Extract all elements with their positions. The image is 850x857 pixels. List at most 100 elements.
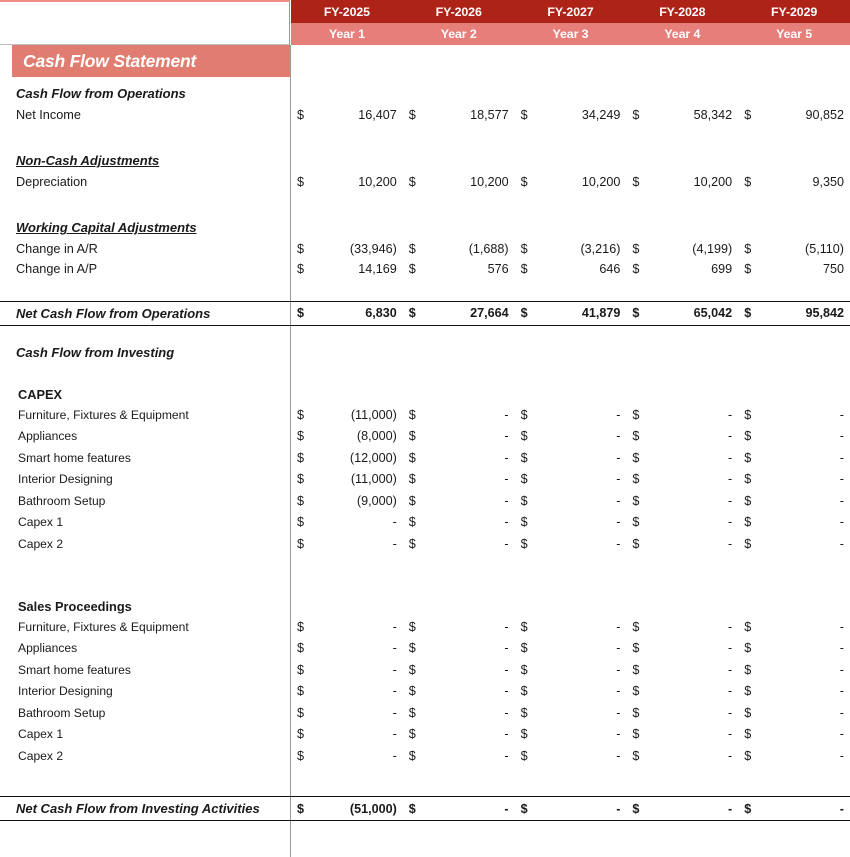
sales-row-label-4: Interior Designing — [18, 684, 113, 699]
value-cell-year-1: $10,200 — [291, 175, 403, 189]
value-text: (5,110) — [805, 241, 844, 256]
table-row: Smart home features $ (12,000) $ - $ - $ - $ - — [0, 447, 850, 469]
value-text: 10,200 — [693, 175, 733, 190]
currency-symbol: $ — [520, 801, 528, 816]
value-text: - — [727, 727, 733, 742]
fiscal-year-header-2: FY-2026 — [435, 4, 482, 19]
fiscal-year-header-3: FY-2027 — [547, 4, 594, 19]
value-cell-year-1: $ - — [291, 620, 403, 634]
value-text: - — [504, 641, 509, 656]
value-cell-year-5: $ - — [738, 749, 850, 763]
currency-symbol: $ — [632, 684, 640, 699]
currency-symbol: $ — [632, 493, 640, 508]
value-cell-year-5: $95,842 — [738, 306, 850, 320]
value-text: 90,852 — [805, 108, 844, 123]
sales-row-values-7: $ - $ - $ - $ - $ - — [291, 749, 850, 763]
value-cell-year-2: $ - — [403, 684, 515, 698]
currency-symbol: $ — [520, 108, 528, 123]
value-text: - — [616, 407, 621, 422]
value-cell-year-2: $ - — [403, 408, 515, 422]
value-cell-year-1: $ (8,000) — [291, 429, 403, 443]
value-cell-year-2: $ (1,688) — [403, 242, 515, 256]
operations-heading: Cash Flow from Operations — [16, 86, 186, 102]
value-cell-year-2: $ - — [403, 472, 515, 486]
currency-symbol: $ — [744, 306, 752, 320]
value-cell-year-1: $16,407 — [291, 108, 403, 122]
value-text: (11,000) — [350, 472, 397, 487]
value-text: - — [839, 515, 844, 530]
sales-row-values-3: $ - $ - $ - $ - $ - — [291, 663, 850, 677]
value-cell-year-4: $ (4,199) — [626, 242, 738, 256]
value-cell-year-3: $ - — [515, 749, 627, 763]
year-header-5: Year 5 — [776, 27, 813, 41]
value-cell-year-1: $14,169 — [291, 262, 403, 276]
value-cell-year-3: $ (3,216) — [515, 242, 627, 256]
sales-row-label-1: Furniture, Fixtures & Equipment — [18, 619, 189, 634]
value-text: - — [504, 662, 509, 677]
currency-symbol: $ — [297, 429, 305, 444]
value-cell-year-1: $ - — [291, 706, 403, 720]
table-row: Capex 2 $ - $ - $ - $ - $ - — [0, 533, 850, 555]
value-text: - — [839, 727, 844, 742]
value-text: - — [616, 662, 621, 677]
table-row: Capex 1 $ - $ - $ - $ - $ - — [0, 512, 850, 534]
value-text: - — [839, 450, 844, 465]
value-text: 65,042 — [693, 306, 733, 320]
currency-symbol: $ — [520, 306, 528, 320]
sales-row-label-7: Capex 2 — [18, 748, 64, 763]
value-text: 95,842 — [805, 306, 844, 320]
value-text: - — [727, 684, 733, 699]
table-row: Interior Designing $ (11,000) $ - $ - $ - $ - — [0, 469, 850, 491]
value-cell-year-4: $ - — [626, 408, 738, 422]
value-text: - — [504, 493, 509, 508]
investing-heading: Cash Flow from Investing — [16, 344, 175, 360]
currency-symbol: $ — [744, 450, 752, 465]
currency-symbol: $ — [744, 662, 752, 677]
value-text: - — [839, 472, 844, 487]
currency-symbol: $ — [632, 801, 640, 816]
value-cell-year-1: $ - — [291, 684, 403, 698]
fiscal-year-header-1: FY-2025 — [323, 4, 370, 19]
sales-row-values-1: $ - $ - $ - $ - $ - — [291, 620, 850, 634]
value-text: - — [616, 429, 621, 444]
year-header-1: Year 1 — [328, 27, 365, 41]
currency-symbol: $ — [632, 306, 640, 320]
year-header-3: Year 3 — [552, 27, 589, 41]
value-text: - — [392, 515, 397, 530]
currency-symbol: $ — [297, 493, 305, 508]
value-text: - — [392, 684, 397, 699]
currency-symbol: $ — [744, 429, 752, 444]
value-text: - — [504, 705, 509, 720]
currency-symbol: $ — [632, 407, 640, 422]
fiscal-year-header-4: FY-2028 — [659, 4, 706, 19]
sales-row-label-2: Appliances — [18, 641, 78, 656]
value-text: 699 — [711, 261, 733, 276]
value-text: - — [839, 684, 844, 699]
row-noncash-heading: Non-Cash Adjustments — [0, 150, 850, 172]
value-cell-year-2: $ - — [403, 641, 515, 655]
value-cell-year-3: $10,200 — [515, 175, 627, 189]
currency-symbol: $ — [632, 515, 640, 530]
value-text: - — [616, 705, 621, 720]
value-cell-year-5: $ - — [738, 663, 850, 677]
currency-symbol: $ — [632, 261, 640, 276]
value-cell-year-3: $ - — [515, 494, 627, 508]
currency-symbol: $ — [744, 515, 752, 530]
year-label-header-row: Year 1 Year 2 Year 3 Year 4 Year 5 — [291, 23, 850, 45]
value-text: (12,000) — [349, 450, 397, 465]
value-cell-year-4: $ - — [626, 802, 738, 816]
value-text: (1,688) — [468, 241, 509, 256]
currency-symbol: $ — [408, 407, 416, 422]
currency-symbol: $ — [297, 536, 305, 551]
change-in-ap-label: Change in A/P — [16, 261, 98, 276]
currency-symbol: $ — [408, 684, 416, 699]
currency-symbol: $ — [408, 306, 416, 320]
currency-symbol: $ — [408, 175, 416, 190]
value-cell-year-4: $10,200 — [626, 175, 738, 189]
currency-symbol: $ — [520, 450, 528, 465]
currency-symbol: $ — [297, 472, 305, 487]
working-capital-heading: Working Capital Adjustments — [16, 220, 197, 236]
value-cell-year-3: $ - — [515, 620, 627, 634]
value-cell-year-4: $ - — [626, 537, 738, 551]
